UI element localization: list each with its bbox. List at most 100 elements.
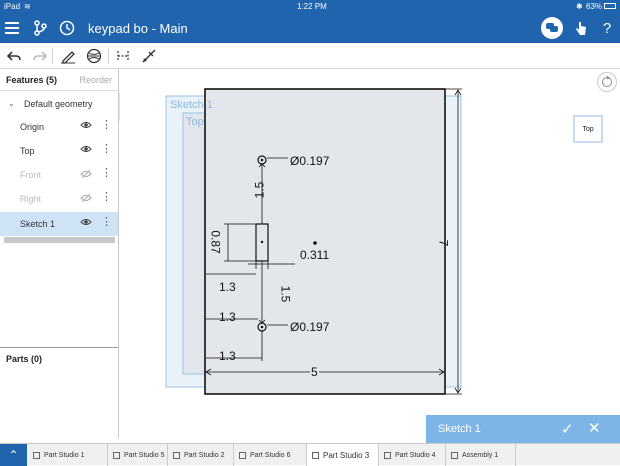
tab-part-studio-3[interactable]: Part Studio 3 xyxy=(307,444,379,466)
document-tabs: ⌃ Part Studio 1 Part Studio 5 Part Studi… xyxy=(0,443,620,466)
tab-label: Assembly 1 xyxy=(462,451,499,459)
part-studio-icon xyxy=(384,451,391,459)
version-branch-icon[interactable] xyxy=(30,18,50,38)
app-header: keypad bo - Main ? xyxy=(0,14,620,43)
eye-hidden-icon[interactable] xyxy=(80,169,92,181)
dim-left-c-label[interactable]: 1.3 xyxy=(219,349,236,363)
part-studio-icon xyxy=(113,451,120,459)
hole-bottom-center xyxy=(260,325,264,329)
eye-hidden-icon[interactable] xyxy=(80,193,92,205)
dim-vert-bottom[interactable]: 1.5 xyxy=(278,286,292,303)
part-studio-icon xyxy=(33,451,40,459)
rotate-view-icon[interactable] xyxy=(597,72,617,92)
menu-icon[interactable] xyxy=(2,18,22,38)
constraint-tool-icon[interactable] xyxy=(140,47,158,65)
default-geometry-group[interactable]: ⌄ Default geometry xyxy=(0,92,118,116)
battery-icon xyxy=(604,3,616,9)
view-cube-label: Top xyxy=(582,125,594,133)
help-icon[interactable]: ? xyxy=(597,18,617,38)
tab-assembly-1[interactable]: Assembly 1 xyxy=(446,444,516,466)
battery-percent: 63% xyxy=(586,2,603,11)
graphics-canvas[interactable]: Sketch 1 Top Ø0.197 Ø0.197 1.5 1.5 0.87 … xyxy=(120,69,620,438)
tab-part-studio-4[interactable]: Part Studio 4 xyxy=(379,444,446,466)
parts-section: Parts (0) xyxy=(0,347,118,438)
more-options-icon[interactable]: ⋮ xyxy=(101,120,112,131)
dim-left-b-label[interactable]: 1.3 xyxy=(219,310,236,324)
tab-part-studio-5[interactable]: Part Studio 5 xyxy=(108,444,168,466)
part-studio-icon xyxy=(173,451,180,459)
feature-label: Right xyxy=(20,194,42,204)
feature-label: Front xyxy=(20,170,42,180)
history-clock-icon[interactable] xyxy=(57,18,77,38)
more-options-icon[interactable]: ⋮ xyxy=(101,192,112,203)
tab-part-studio-6[interactable]: Part Studio 6 xyxy=(234,444,307,466)
eye-icon[interactable] xyxy=(80,218,92,228)
part-studio-icon xyxy=(239,451,246,459)
more-options-icon[interactable]: ⋮ xyxy=(101,144,112,155)
comments-icon[interactable] xyxy=(541,17,563,39)
tab-label: Part Studio 6 xyxy=(250,451,291,459)
slot-center xyxy=(260,240,264,244)
ios-status-bar: iPad ≋ 1:22 PM ✱ 63% xyxy=(0,0,620,14)
feature-label: Origin xyxy=(20,122,45,132)
hole-top-center xyxy=(260,158,264,162)
dim-hole-top[interactable]: Ø0.197 xyxy=(290,154,329,168)
redo-icon[interactable] xyxy=(31,47,49,65)
eye-icon[interactable] xyxy=(80,121,92,131)
sketch-pencil-icon[interactable] xyxy=(59,47,77,65)
sketch-toolbar xyxy=(0,43,620,69)
sketch-dialog-bar: Sketch 1 ✓ ✕ xyxy=(426,415,620,443)
tab-label: Part Studio 4 xyxy=(395,451,436,459)
more-options-icon[interactable]: ⋮ xyxy=(101,168,112,179)
feature-item-right[interactable]: Right ⋮ xyxy=(0,187,118,211)
document-title[interactable]: keypad bo - Main xyxy=(88,21,188,36)
tab-part-studio-2[interactable]: Part Studio 2 xyxy=(168,444,234,466)
feature-item-top[interactable]: Top ⋮ xyxy=(0,139,118,163)
feature-list-panel: Features (5) Reorder ⌄ Default geometry … xyxy=(0,69,119,438)
feature-item-origin[interactable]: Origin ⋮ xyxy=(0,115,118,139)
feature-item-sketch-1[interactable]: Sketch 1 ⋮ xyxy=(0,212,118,236)
dim-left-a-label[interactable]: 1.3 xyxy=(219,280,236,294)
tab-label: Part Studio 2 xyxy=(184,451,225,459)
features-title: Features (5) xyxy=(6,75,58,85)
toolbar-divider xyxy=(52,48,53,64)
device-label: iPad xyxy=(4,2,21,11)
view-cube[interactable]: Top xyxy=(573,115,603,143)
sketch-plane-icon[interactable] xyxy=(85,47,103,65)
dim-hole-bottom[interactable]: Ø0.197 xyxy=(290,320,329,334)
dim-slot-height-label[interactable]: 0.87 xyxy=(209,230,223,253)
dim-width-label[interactable]: 5 xyxy=(310,365,319,379)
part-studio-icon xyxy=(312,451,319,459)
dim-slot-width-label[interactable]: 0.311 xyxy=(300,248,329,262)
touch-mode-icon[interactable] xyxy=(571,18,591,38)
dim-height-label[interactable]: 7 xyxy=(436,240,450,247)
top-plane-label: Top xyxy=(186,116,204,128)
undo-icon[interactable] xyxy=(5,47,23,65)
dimension-tool-icon[interactable] xyxy=(114,47,132,65)
more-options-icon[interactable]: ⋮ xyxy=(101,217,112,228)
parts-title: Parts (0) xyxy=(6,354,43,364)
tab-part-studio-1[interactable]: Part Studio 1 xyxy=(28,444,108,466)
feature-label: Sketch 1 xyxy=(20,219,56,229)
feature-list-scrollbar[interactable] xyxy=(4,237,115,243)
sketch-point[interactable] xyxy=(313,241,317,245)
chevron-down-icon[interactable]: ⌄ xyxy=(8,99,15,108)
dim-vert-top[interactable]: 1.5 xyxy=(252,182,266,199)
assembly-icon xyxy=(451,451,458,459)
tab-manager-chevron-up-icon[interactable]: ⌃ xyxy=(0,444,27,466)
tab-label: Part Studio 1 xyxy=(44,451,85,459)
tab-label: Part Studio 3 xyxy=(323,450,370,460)
group-label: Default geometry xyxy=(24,99,93,109)
close-icon[interactable]: ✕ xyxy=(588,419,601,437)
eye-icon[interactable] xyxy=(80,145,92,155)
sketch-rectangle[interactable] xyxy=(204,88,446,395)
toolbar-divider xyxy=(108,48,109,64)
sketch-plane-label: Sketch 1 xyxy=(170,99,213,111)
sketch-dialog-title: Sketch 1 xyxy=(438,423,481,435)
confirm-check-icon[interactable]: ✓ xyxy=(561,420,574,438)
feature-item-front[interactable]: Front ⋮ xyxy=(0,163,118,187)
tab-label: Part Studio 5 xyxy=(124,451,165,459)
feature-panel-header: Features (5) Reorder xyxy=(0,69,118,91)
reorder-button[interactable]: Reorder xyxy=(79,75,112,85)
feature-label: Top xyxy=(20,146,35,156)
